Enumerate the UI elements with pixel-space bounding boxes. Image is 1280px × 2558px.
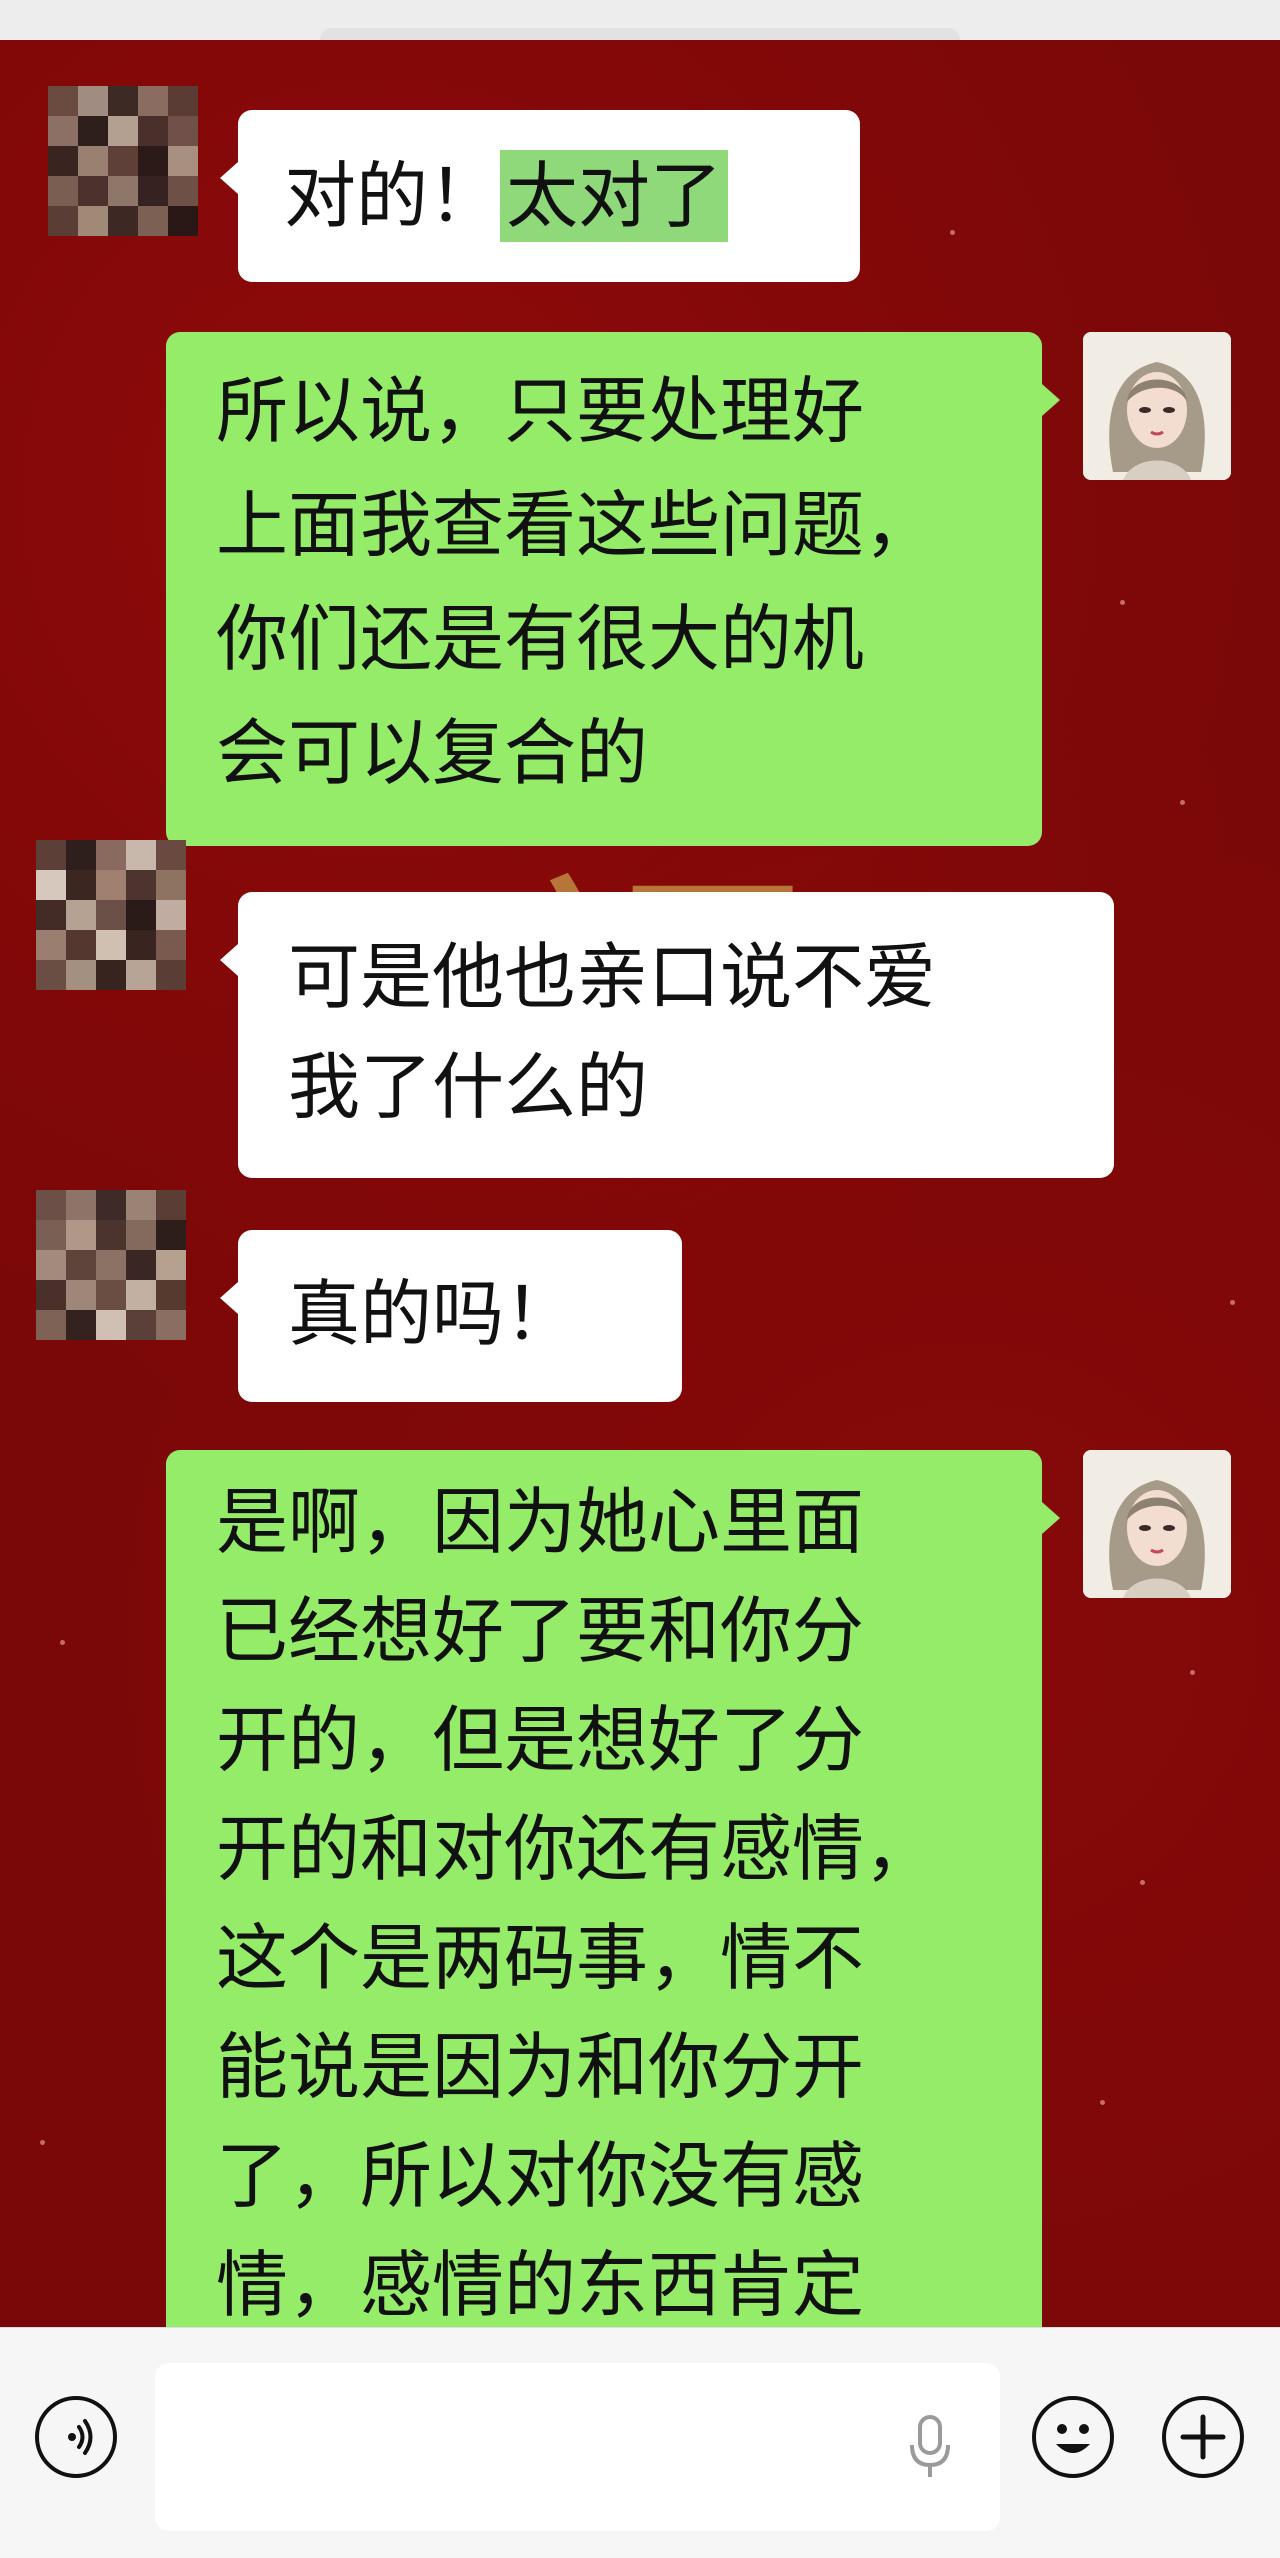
background-sparkle [1100,2100,1105,2105]
message-bubble-sent[interactable]: 是啊，因为她心里面 已经想好了要和你分 开的，但是想好了分 开的和对你还有感情，… [166,1450,1060,2327]
microphone-icon[interactable] [905,2413,955,2483]
background-sparkle [60,1640,65,1645]
contact-avatar[interactable] [36,840,186,990]
bubble-tail [1042,1502,1060,1534]
emoji-icon [1056,2424,1090,2453]
background-sparkle [1190,1670,1195,1675]
self-avatar[interactable] [1083,1450,1231,1598]
bubble-tail [220,162,238,194]
message-bubble-sent[interactable]: 所以说，只要处理好 上面我查看这些问题， 你们还是有很大的机 会可以复合的 [166,332,1060,846]
voice-mode-button[interactable] [35,2396,117,2478]
bubble-tail [220,944,238,976]
woman-portrait-icon [1083,1450,1231,1598]
message-text: 可是他也亲口说不爱 我了什么的 [288,935,937,1129]
message-bubble-received[interactable]: 真的吗！ [220,1230,682,1402]
background-sparkle [950,230,955,235]
emoji-button[interactable] [1032,2396,1114,2478]
top-bar-notch [320,28,960,40]
woman-portrait-icon [1083,332,1231,480]
message-text: 所以说，只要处理好 上面我查看这些问题， 你们还是有很大的机 会可以复合的 [216,369,937,795]
pixelated-avatar-image [36,840,186,990]
message-input[interactable] [155,2363,1000,2531]
bubble-tail [220,1282,238,1314]
message-bubble-received[interactable]: 可是他也亲口说不爱 我了什么的 [220,892,1114,1178]
message-bubble-received[interactable]: 对的！太对了 [220,110,860,282]
top-bar [0,0,1280,40]
chat-input-bar [0,2327,1280,2558]
voice-mode-icon [68,2419,93,2455]
contact-avatar[interactable] [48,86,198,236]
more-options-button[interactable] [1162,2396,1244,2478]
background-sparkle [1140,1880,1145,1885]
background-sparkle [1180,800,1185,805]
self-avatar[interactable] [1083,332,1231,480]
background-sparkle [40,2140,45,2145]
background-sparkle [1120,600,1125,605]
contact-avatar[interactable] [36,1190,186,1340]
message-text: 真的吗！ [288,1272,577,1356]
pixelated-avatar-image [36,1190,186,1340]
bubble-tail [1042,384,1060,416]
pixelated-avatar-image [48,86,198,236]
highlighted-text: 太对了 [500,150,729,242]
plus-icon [1180,2414,1226,2460]
message-text: 是啊，因为她心里面 已经想好了要和你分 开的，但是想好了分 开的和对你还有感情，… [216,1480,937,2327]
background-sparkle [1230,1300,1235,1305]
message-text: 对的！ [284,154,501,238]
chat-area[interactable]: 福 对的！太对了 所以说，只要处理好 上面我查看这些问题， [0,40,1280,2327]
